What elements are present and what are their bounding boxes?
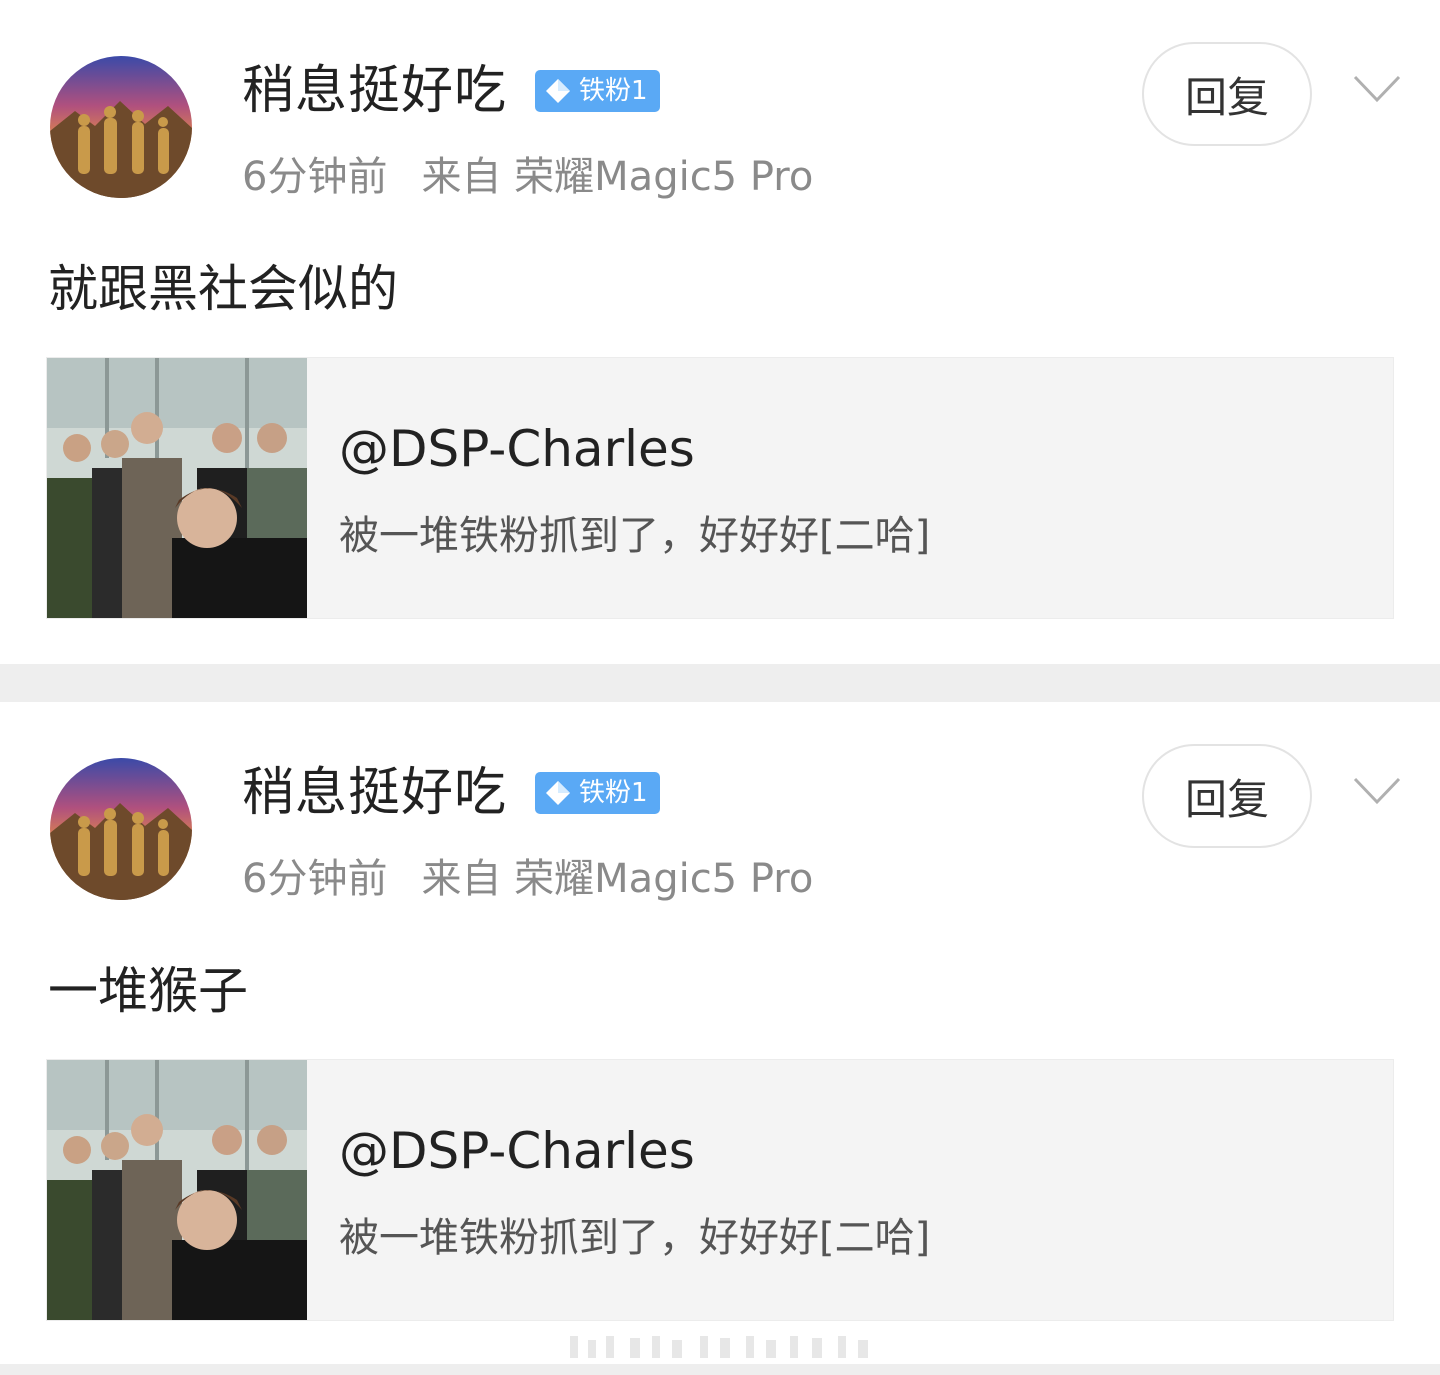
avatar[interactable]: [50, 56, 192, 198]
quote-text: 被一堆铁粉抓到了，好好好[二哈]: [339, 1215, 931, 1261]
avatar[interactable]: [50, 758, 192, 900]
comment-item: 稍息挺好吃 铁粉1 6分钟前 来自 荣耀Magic5 Pro 回复 一堆猴子 @…: [0, 702, 1440, 1364]
badge-label: 铁粉1: [579, 778, 648, 808]
fan-badge[interactable]: 铁粉1: [535, 772, 660, 814]
username[interactable]: 稍息挺好吃: [242, 58, 507, 124]
comment-feed: 稍息挺好吃 铁粉1 6分钟前 来自 荣耀Magic5 Pro 回复 就跟黑社会似的: [0, 0, 1440, 1364]
watermark-image: [570, 1336, 868, 1358]
source-device: 来自 荣耀Magic5 Pro: [421, 154, 814, 200]
fan-badge[interactable]: 铁粉1: [535, 70, 660, 112]
diamond-icon: [546, 781, 570, 805]
quote-thumbnail-image[interactable]: [47, 1060, 307, 1320]
comment-meta: 6分钟前 来自 荣耀Magic5 Pro: [242, 852, 813, 906]
badge-label: 铁粉1: [579, 76, 648, 106]
diamond-icon: [546, 79, 570, 103]
timestamp: 6分钟前: [242, 154, 388, 200]
reply-button[interactable]: 回复: [1142, 42, 1312, 146]
comment-meta: 6分钟前 来自 荣耀Magic5 Pro: [242, 150, 813, 204]
quoted-post[interactable]: @DSP-Charles 被一堆铁粉抓到了，好好好[二哈]: [46, 1059, 1394, 1321]
source-device: 来自 荣耀Magic5 Pro: [421, 856, 814, 902]
quote-author[interactable]: @DSP-Charles: [339, 1118, 695, 1184]
chevron-down-icon[interactable]: [1352, 72, 1402, 106]
timestamp: 6分钟前: [242, 856, 388, 902]
username[interactable]: 稍息挺好吃: [242, 760, 507, 826]
section-divider: [0, 664, 1440, 702]
comment-text: 一堆猴子: [48, 962, 248, 1020]
quote-text: 被一堆铁粉抓到了，好好好[二哈]: [339, 513, 931, 559]
chevron-down-icon[interactable]: [1352, 774, 1402, 808]
quoted-post[interactable]: @DSP-Charles 被一堆铁粉抓到了，好好好[二哈]: [46, 357, 1394, 619]
quote-thumbnail-image[interactable]: [47, 358, 307, 618]
comment-text: 就跟黑社会似的: [48, 260, 398, 318]
reply-button[interactable]: 回复: [1142, 744, 1312, 848]
bottom-divider: [0, 1364, 1440, 1375]
comment-item: 稍息挺好吃 铁粉1 6分钟前 来自 荣耀Magic5 Pro 回复 就跟黑社会似的: [0, 0, 1440, 664]
quote-author[interactable]: @DSP-Charles: [339, 416, 695, 482]
